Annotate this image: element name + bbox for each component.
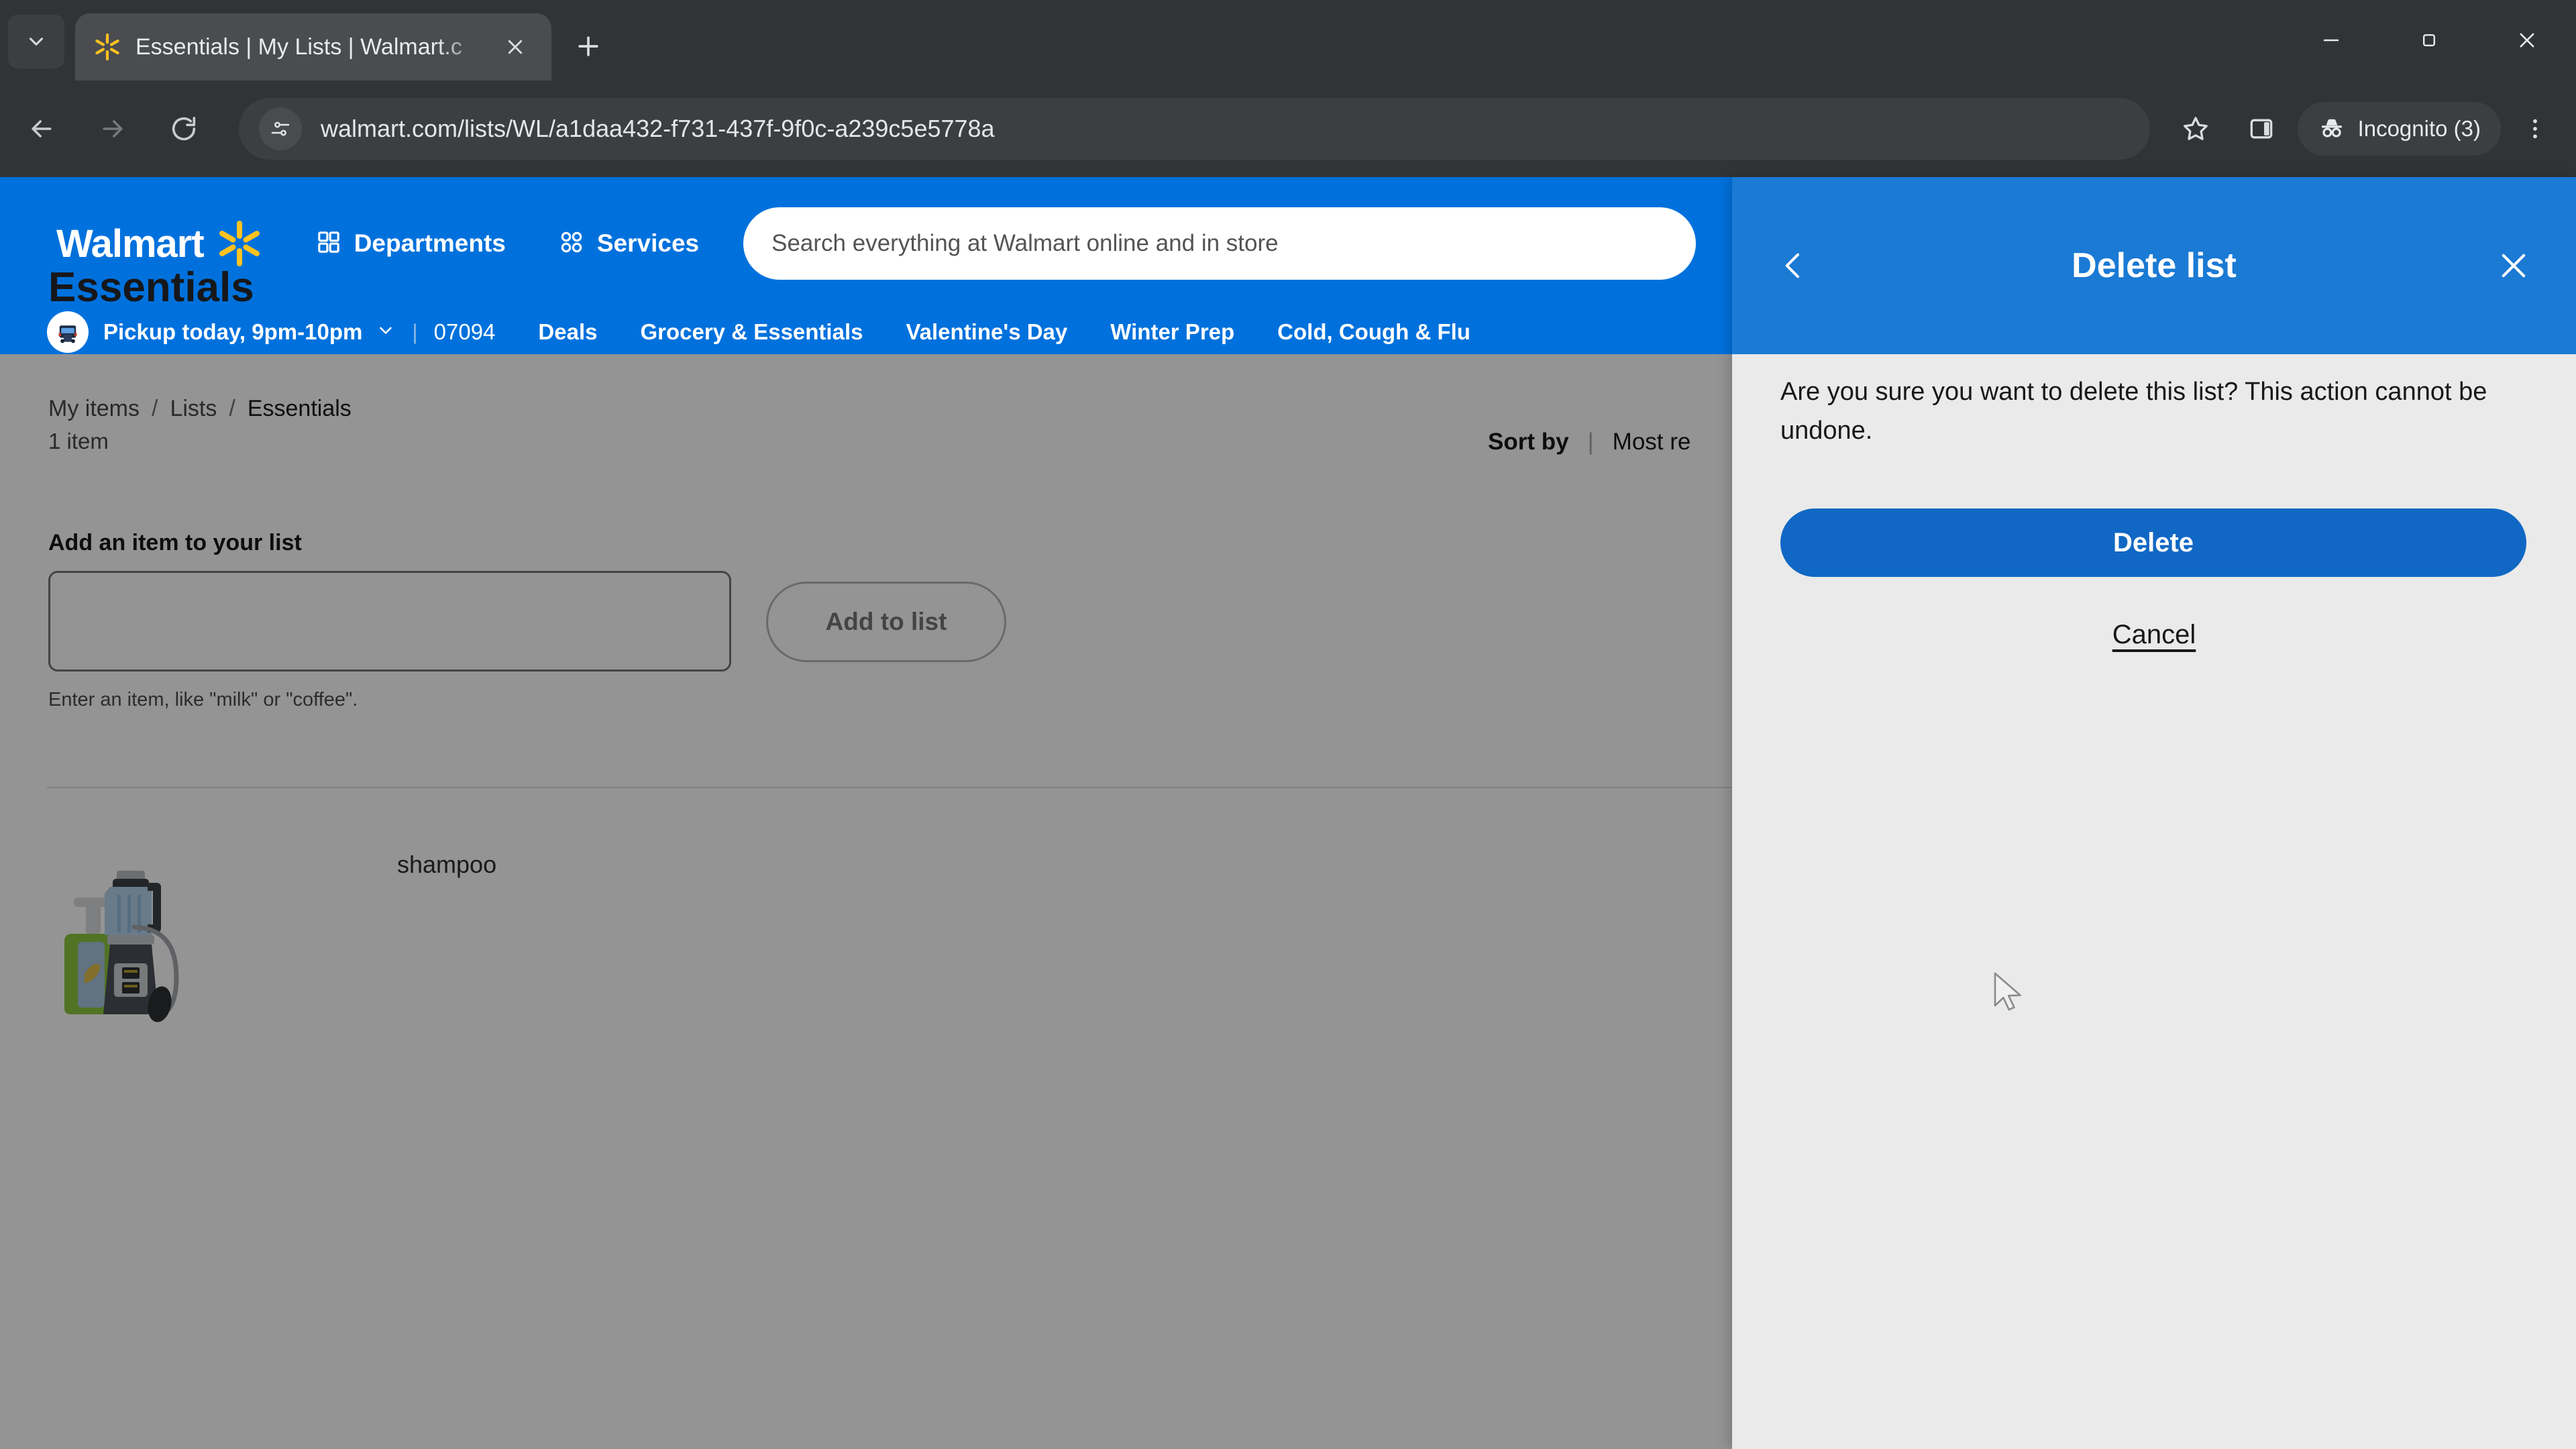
- modal-title: Delete list: [2072, 246, 2237, 285]
- zipcode-label[interactable]: 07094: [434, 319, 496, 345]
- modal-scrim[interactable]: [0, 354, 1732, 1449]
- incognito-label: Incognito (3): [2357, 116, 2481, 141]
- close-icon[interactable]: [2485, 237, 2542, 294]
- services-label: Services: [596, 229, 700, 257]
- subnav-link-cold-cough-flu[interactable]: Cold, Cough & Flu: [1277, 319, 1470, 345]
- modal-message: Are you sure you want to delete this lis…: [1780, 378, 2487, 445]
- walmart-logo[interactable]: Walmart: [56, 220, 263, 267]
- subnav-link-deals[interactable]: Deals: [538, 319, 597, 345]
- side-panel-icon: [2250, 119, 2272, 139]
- walmart-logo-text: Walmart: [56, 221, 205, 266]
- minimize-icon: [2323, 39, 2339, 42]
- subnav-link-grocery-essentials[interactable]: Grocery & Essentials: [640, 319, 863, 345]
- reload-icon: [172, 117, 196, 141]
- kebab-menu-icon: [2533, 119, 2537, 139]
- tab-title: Essentials | My Lists | Walmart.c: [136, 34, 462, 60]
- site-search-input[interactable]: Search everything at Walmart online and …: [743, 207, 1697, 280]
- forward-button[interactable]: [83, 99, 142, 158]
- plus-icon: [578, 36, 598, 56]
- browser-tab[interactable]: Essentials | My Lists | Walmart.c: [75, 13, 551, 80]
- grid-icon: [315, 229, 342, 259]
- new-tab-button[interactable]: [564, 21, 613, 71]
- cancel-button[interactable]: Cancel: [1732, 620, 2576, 650]
- fulfillment-selector[interactable]: Pickup today, 9pm-10pm: [47, 311, 396, 353]
- window-maximize-button[interactable]: [2380, 0, 2478, 80]
- address-bar-url: walmart.com/lists/WL/a1daa432-f731-437f-…: [321, 115, 995, 142]
- tab-strip: Essentials | My Lists | Walmart.c: [0, 0, 2576, 80]
- subnav-link-valentines-day[interactable]: Valentine's Day: [906, 319, 1067, 345]
- forward-arrow-icon: [103, 120, 123, 138]
- subnav-separator: |: [412, 319, 418, 344]
- truck-icon: [47, 311, 89, 353]
- window-close-button[interactable]: [2478, 0, 2576, 80]
- star-icon: [2183, 117, 2208, 140]
- circles-icon: [558, 229, 585, 259]
- chevron-down-icon: [376, 320, 396, 345]
- maximize-icon: [2423, 34, 2435, 46]
- page-title: Essentials: [48, 264, 254, 311]
- walmart-spark-icon: [216, 220, 263, 267]
- chevron-down-icon: [29, 38, 44, 46]
- site-settings-icon[interactable]: [259, 107, 302, 150]
- side-panel-button[interactable]: [2232, 99, 2291, 158]
- back-button[interactable]: [12, 99, 71, 158]
- modal-body: Are you sure you want to delete this lis…: [1732, 354, 2576, 1449]
- reload-button[interactable]: [154, 99, 213, 158]
- fulfillment-label: Pickup today, 9pm-10pm: [103, 319, 363, 344]
- site-search-placeholder: Search everything at Walmart online and …: [771, 230, 1279, 256]
- confirm-delete-button[interactable]: Delete: [1780, 508, 2526, 577]
- back-arrow-icon: [32, 120, 52, 138]
- delete-list-modal: Delete list Are you sure you want to del…: [1732, 177, 2576, 1449]
- subnav-link-winter-prep[interactable]: Winter Prep: [1110, 319, 1234, 345]
- walmart-spark-icon: [93, 32, 122, 62]
- close-icon: [2520, 33, 2534, 48]
- cancel-button-label: Cancel: [2112, 620, 2196, 649]
- address-bar[interactable]: walmart.com/lists/WL/a1daa432-f731-437f-…: [239, 98, 2150, 160]
- window-minimize-button[interactable]: [2282, 0, 2380, 80]
- tab-close-icon[interactable]: [496, 28, 534, 66]
- browser-window: Essentials | My Lists | Walmart.c walmar…: [0, 0, 2576, 1449]
- browser-toolbar: walmart.com/lists/WL/a1daa432-f731-437f-…: [0, 80, 2576, 177]
- incognito-icon: [2318, 113, 2346, 145]
- bookmark-button[interactable]: [2166, 99, 2225, 158]
- modal-header: Delete list: [1732, 177, 2576, 354]
- tab-search-button[interactable]: [8, 15, 64, 68]
- incognito-indicator[interactable]: Incognito (3): [2297, 102, 2501, 156]
- browser-menu-button[interactable]: [2506, 99, 2564, 158]
- services-button[interactable]: Services: [558, 229, 699, 259]
- departments-label: Departments: [354, 229, 506, 257]
- departments-button[interactable]: Departments: [315, 229, 506, 259]
